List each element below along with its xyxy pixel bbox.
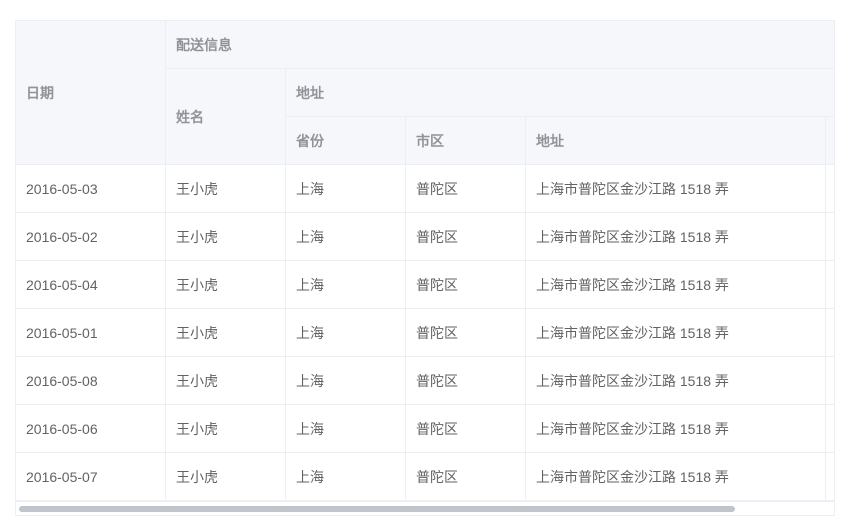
- cell-address: 上海市普陀区金沙江路 1518 弄: [526, 261, 826, 309]
- cell-city: 普陀区: [406, 261, 526, 309]
- delivery-table: 日期 配送信息 姓名 地址 省份 市区 地址 2016-05-03 王小虎 上海 普陀…: [15, 20, 835, 516]
- horizontal-scrollbar[interactable]: [16, 501, 834, 515]
- cell-province: 上海: [286, 357, 406, 405]
- cell-name: 王小虎: [166, 165, 286, 213]
- cell-extra: [826, 405, 834, 453]
- cell-name: 王小虎: [166, 213, 286, 261]
- cell-province: 上海: [286, 165, 406, 213]
- header-city[interactable]: 市区: [406, 117, 526, 165]
- cell-name: 王小虎: [166, 309, 286, 357]
- cell-address: 上海市普陀区金沙江路 1518 弄: [526, 357, 826, 405]
- cell-name: 王小虎: [166, 357, 286, 405]
- header-address[interactable]: 地址: [526, 117, 826, 165]
- cell-city: 普陀区: [406, 405, 526, 453]
- header-delivery-info: 配送信息: [166, 21, 834, 69]
- cell-date: 2016-05-01: [16, 309, 166, 357]
- cell-extra: [826, 357, 834, 405]
- header-province[interactable]: 省份: [286, 117, 406, 165]
- header-extra-column: [826, 117, 834, 165]
- cell-name: 王小虎: [166, 405, 286, 453]
- cell-extra: [826, 309, 834, 357]
- cell-extra: [826, 453, 834, 501]
- cell-address: 上海市普陀区金沙江路 1518 弄: [526, 165, 826, 213]
- cell-date: 2016-05-06: [16, 405, 166, 453]
- cell-extra: [826, 261, 834, 309]
- cell-date: 2016-05-08: [16, 357, 166, 405]
- cell-province: 上海: [286, 309, 406, 357]
- cell-city: 普陀区: [406, 165, 526, 213]
- cell-extra: [826, 165, 834, 213]
- cell-province: 上海: [286, 261, 406, 309]
- cell-province: 上海: [286, 453, 406, 501]
- cell-name: 王小虎: [166, 453, 286, 501]
- cell-city: 普陀区: [406, 357, 526, 405]
- cell-date: 2016-05-07: [16, 453, 166, 501]
- cell-name: 王小虎: [166, 261, 286, 309]
- header-name[interactable]: 姓名: [166, 69, 286, 165]
- cell-address: 上海市普陀区金沙江路 1518 弄: [526, 213, 826, 261]
- cell-province: 上海: [286, 213, 406, 261]
- cell-date: 2016-05-04: [16, 261, 166, 309]
- cell-address: 上海市普陀区金沙江路 1518 弄: [526, 309, 826, 357]
- cell-city: 普陀区: [406, 213, 526, 261]
- cell-date: 2016-05-03: [16, 165, 166, 213]
- header-date[interactable]: 日期: [16, 21, 166, 165]
- cell-extra: [826, 213, 834, 261]
- cell-city: 普陀区: [406, 453, 526, 501]
- cell-address: 上海市普陀区金沙江路 1518 弄: [526, 405, 826, 453]
- cell-date: 2016-05-02: [16, 213, 166, 261]
- cell-address: 上海市普陀区金沙江路 1518 弄: [526, 453, 826, 501]
- cell-city: 普陀区: [406, 309, 526, 357]
- header-address-group: 地址: [286, 69, 834, 117]
- cell-province: 上海: [286, 405, 406, 453]
- scrollbar-thumb[interactable]: [19, 506, 735, 512]
